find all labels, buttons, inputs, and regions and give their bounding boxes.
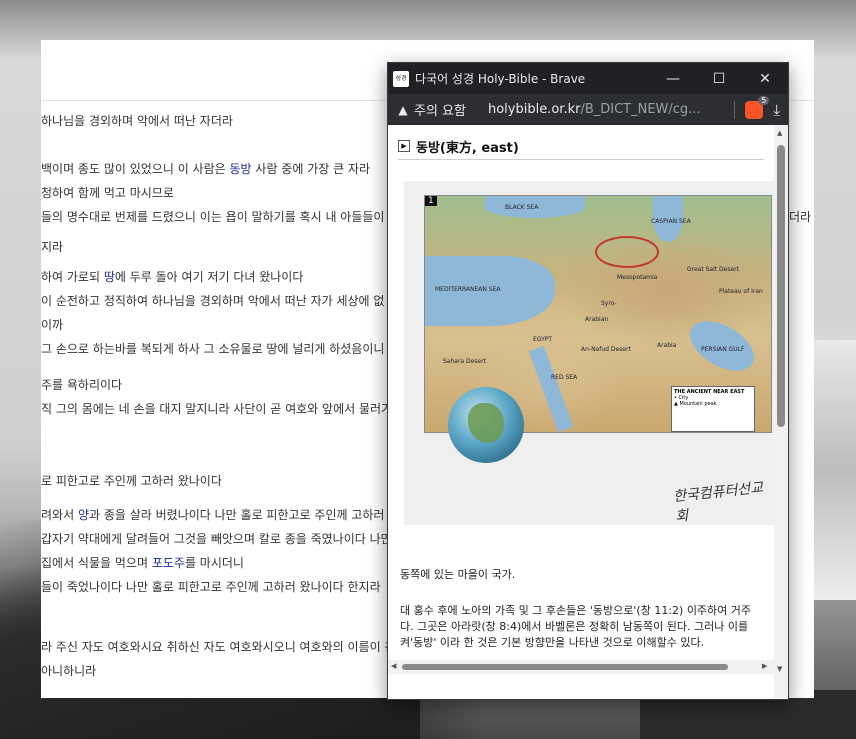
address-bar[interactable]: ▲ 주의 요함 holybible.or.kr/B_DICT_NEW/cg...… [388, 94, 788, 125]
map-label: PERSIAN GULF [701, 346, 745, 353]
bible-term-link[interactable]: 양 [78, 508, 89, 522]
background-text-line: 라 주신 자도 여호와시요 취하신 자도 여호와시오니 여호와의 이름이 찬 [41, 640, 396, 654]
map-label: Great Salt Desert [687, 266, 739, 273]
download-icon[interactable]: ⤓ [773, 101, 780, 119]
brave-shields-icon[interactable]: 5 [745, 95, 770, 119]
map-label: Syro- [601, 300, 617, 307]
watermark: 한국컴퓨터선교회 [672, 479, 764, 526]
paragraph-line: 다. 그곳은 아라랏(창 8:4)에서 바벨론은 정확히 남동쪽이 된다. 그러… [400, 620, 749, 633]
map-image: 1 BLACK SEA CASPIAN SEA MEDITERRANEAN SE… [404, 181, 774, 525]
map-label: CASPIAN SEA [651, 218, 691, 225]
vertical-scrollbar[interactable]: ▲ ▼ [774, 125, 788, 698]
background-text-line: 청하여 함께 먹고 마시므로 [41, 186, 174, 200]
shield-count-badge: 5 [758, 95, 770, 105]
scroll-down-icon[interactable]: ▼ [777, 665, 782, 673]
background-text-line: 로 피한고로 주인께 고하러 왔나이다 [41, 474, 222, 488]
map-legend: THE ANCIENT NEAR EAST • City ▲ Mountain … [671, 386, 755, 432]
background-text-line: 하나님을 경외하며 악에서 떠난 자더라 [41, 114, 233, 128]
vertical-scroll-thumb[interactable] [777, 145, 785, 427]
maximize-button[interactable]: ☐ [696, 63, 742, 94]
background-text-line: 집에서 식물을 먹으며 포도주를 마시더니 [41, 556, 244, 570]
url-text[interactable]: holybible.or.kr/B_DICT_NEW/cg... [488, 102, 734, 117]
window-title: 다국어 성경 Holy-Bible - Brave [415, 72, 586, 86]
legend-item-mountain: ▲ Mountain peak [674, 401, 717, 407]
paragraph-line: 대 홍수 후에 노아의 가족 및 그 후손들은 '동방으로'(창 11:2) 이… [400, 604, 752, 617]
highlight-oval [595, 236, 659, 268]
scroll-up-icon[interactable]: ▲ [777, 129, 782, 137]
background-text-line: 지라 [41, 240, 64, 254]
background-text-line: 들의 명수대로 번제를 드렸으니 이는 욥이 말하기를 혹시 내 아들들이 [41, 210, 385, 224]
map-label: BLACK SEA [505, 204, 539, 211]
background-text-line: 갑자기 약대에게 달려들어 그것을 빼앗으며 칼로 종을 죽였나이다 나만 [41, 532, 392, 546]
map-number: 1 [425, 196, 437, 206]
scroll-right-icon[interactable]: ▶ [762, 662, 767, 670]
definition-text: 동쪽에 있는 마을이 국가. [400, 568, 516, 581]
warning-icon[interactable]: ▲ [396, 103, 410, 117]
background-text-line: 그 손으로 하는바를 복되게 하사 그 소유물로 땅에 널리게 하셨음이니 [41, 342, 385, 356]
map-label: EGYPT [533, 336, 553, 343]
background-text-line: 들이 죽었나이다 나만 홀로 피한고로 주인께 고하러 왔나이다 한지라 [41, 580, 381, 594]
red-sea [528, 345, 574, 433]
horizontal-scroll-thumb[interactable] [402, 664, 728, 670]
background-text-line: 하여 가로되 땅에 두루 돌아 여기 저기 다녀 왔나이다 [41, 270, 304, 284]
background-text-line: 아니하니라 [41, 664, 97, 678]
app-icon: 성경 [393, 70, 409, 87]
background-text-line: 백이며 종도 많이 있었으니 이 사람은 동방 사람 중에 가장 큰 자라 [41, 162, 371, 176]
map-label: Sahara Desert [443, 358, 486, 365]
map-label: An-Nafud Desert [581, 346, 631, 353]
scroll-left-icon[interactable]: ◀ [391, 662, 396, 670]
minimize-button[interactable]: — [650, 63, 696, 94]
map-label: Plateau of Iran [719, 288, 763, 295]
url-host: holybible.or.kr [487, 102, 581, 117]
map-label: Arabian [585, 316, 609, 323]
map-label: MEDITERRANEAN SEA [435, 286, 501, 293]
map-label: RED SEA [551, 374, 578, 381]
entry-title: 동방(東方, east) [416, 140, 519, 156]
bible-term-link[interactable]: 땅 [104, 270, 115, 284]
close-button[interactable]: ✕ [742, 63, 788, 94]
background-text-line: 이까 [41, 318, 64, 332]
background-text-line: 려와서 양과 종을 살라 버렸나이다 나만 홀로 피한고로 주인께 고하러 왔 [41, 508, 400, 522]
popup-window: 성경 다국어 성경 Holy-Bible - Brave — ☐ ✕ ▲ 주의 … [387, 62, 789, 700]
paragraph-line: 켜'동방' 이라 한 것은 기본 방향만을 나타낸 것으로 이해할수 있다. [400, 636, 705, 649]
entry-heading: ▶ 동방(東方, east) [398, 133, 764, 160]
url-path: /B_DICT_NEW/cg... [580, 102, 701, 117]
map-label: Arabia [657, 342, 677, 349]
background-text-line: 주를 욕하리이다 [41, 378, 123, 392]
security-warning-label[interactable]: 주의 요함 [414, 100, 466, 119]
background-text-line: 이 순전하고 정직하여 하나님을 경외하며 악에서 떠난 자가 세상에 없 [41, 294, 385, 308]
map-label: Mesopotamia [617, 274, 658, 281]
play-icon[interactable]: ▶ [398, 140, 410, 152]
clipped-text: 더라 [789, 210, 812, 224]
window-title-bar[interactable]: 성경 다국어 성경 Holy-Bible - Brave — ☐ ✕ [388, 63, 788, 94]
globe-icon [448, 387, 524, 463]
page-content: ▶ 동방(東方, east) 1 BLACK SEA CASPIAN SEA M… [388, 125, 774, 698]
bible-term-link[interactable]: 포도주 [152, 556, 185, 570]
bible-term-link[interactable]: 동방 [230, 162, 252, 176]
background-text-line: 직 그의 몸에는 네 손을 대지 말지니라 사단이 곧 여호와 앞에서 물러가 [41, 402, 393, 416]
toolbar-divider [734, 100, 736, 119]
horizontal-scrollbar[interactable]: ◀ ▶ [388, 660, 774, 674]
